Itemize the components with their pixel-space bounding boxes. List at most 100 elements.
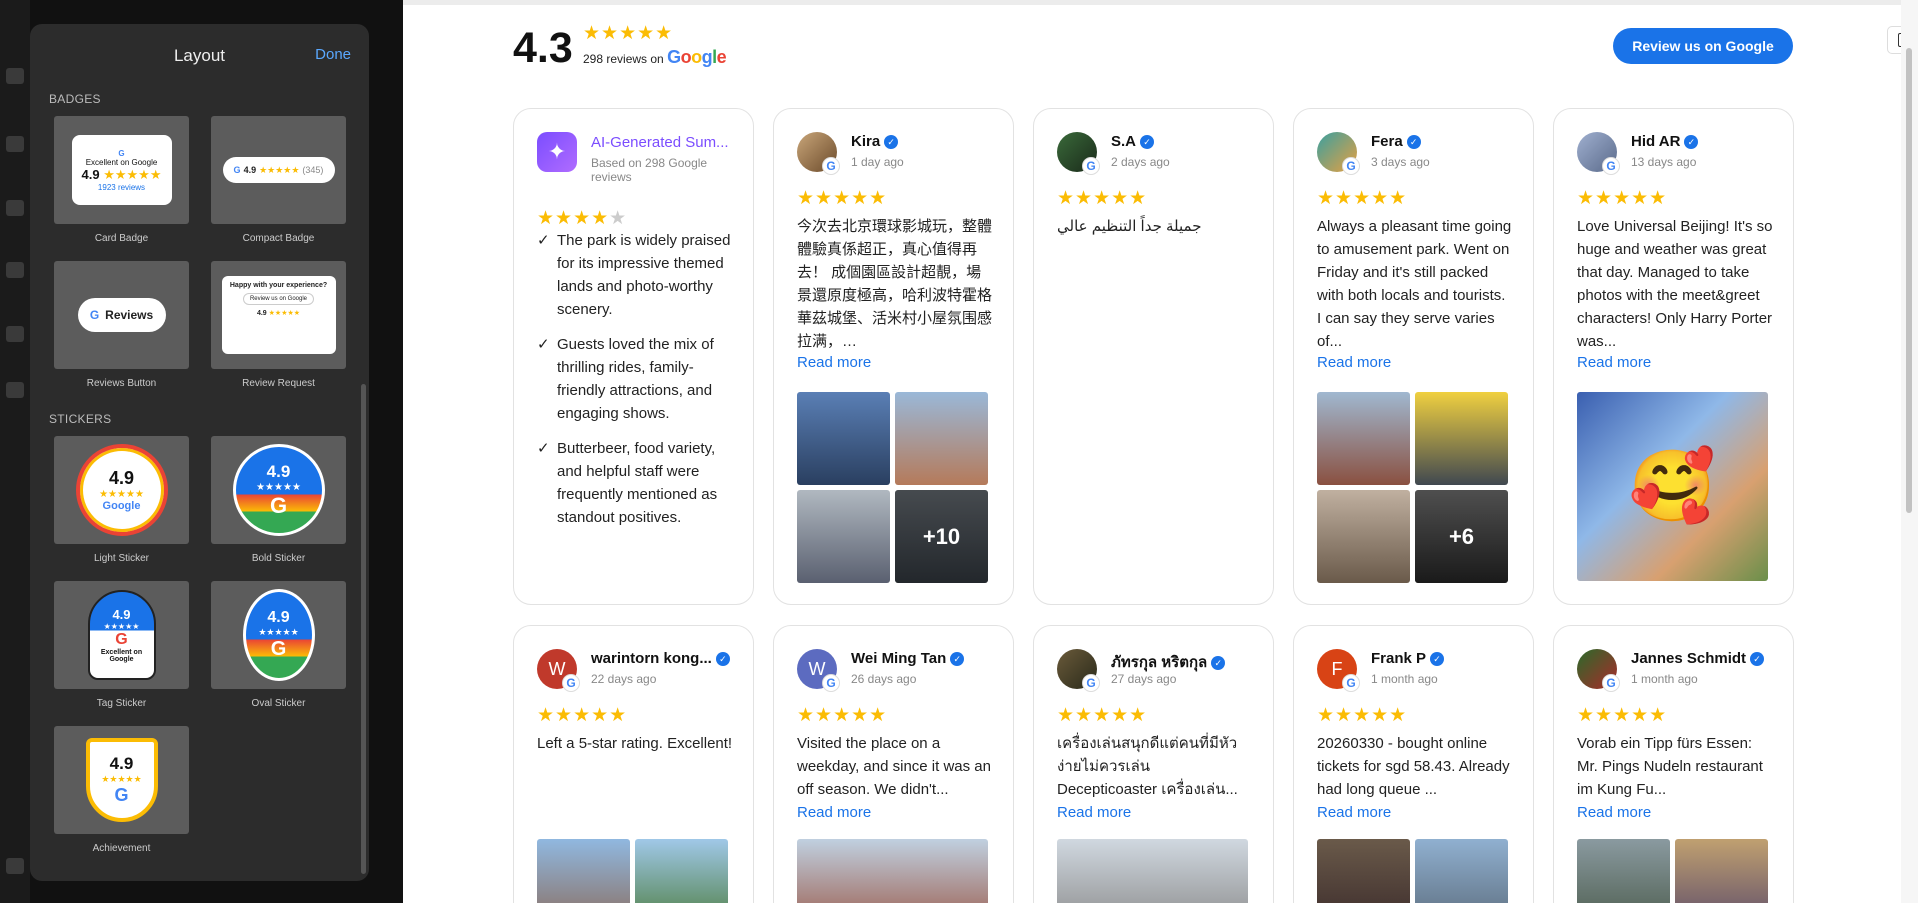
read-more-link[interactable]: Read more (1057, 804, 1131, 821)
review-photos (797, 839, 988, 903)
review-photo[interactable] (537, 839, 630, 903)
rail-icon[interactable] (6, 136, 24, 152)
review-request-preview: Happy with your experience? Review us on… (221, 276, 336, 354)
read-more-link[interactable]: Read more (1317, 804, 1391, 821)
review-text: 今次去北京環球影城玩，整體體驗真係超正，真心值得再去！ 成個園區設計超靚，場景還… (797, 218, 993, 350)
read-more-link[interactable]: Read more (1577, 354, 1651, 371)
card-badge-preview: G Excellent on Google 4.9 ★★★★★ 1923 rev… (71, 135, 172, 205)
google-badge-icon: G (1602, 674, 1620, 692)
review-photos: +6 (1317, 392, 1508, 583)
compact-badge-option[interactable]: G 4.9 ★★★★★ (345) Compact Badge (211, 116, 346, 261)
review-card: F G Frank P ✓ 1 month ago ★★★★★ 20260330 … (1293, 625, 1534, 903)
reviewer-name: warintorn kong... ✓ (591, 650, 730, 667)
review-photo[interactable] (1317, 490, 1410, 583)
review-photo[interactable] (1675, 839, 1768, 903)
done-button[interactable]: Done (315, 46, 351, 63)
review-photo[interactable]: +10 (895, 490, 988, 583)
review-photo[interactable] (1415, 839, 1508, 903)
review-us-on-google-button[interactable]: Review us on Google (1613, 28, 1793, 64)
review-photo[interactable] (635, 839, 728, 903)
review-photo[interactable] (1317, 839, 1410, 903)
overall-rating: 4.3 (513, 24, 573, 72)
achievement-option[interactable]: 4.9 ★★★★★ G Achievement (54, 726, 189, 871)
page-scrollbar[interactable] (1901, 0, 1918, 903)
review-photo[interactable] (797, 839, 988, 903)
card-badge-label: Card Badge (94, 233, 149, 244)
ai-summary-point: The park is widely praised for its impre… (537, 229, 737, 321)
reviewer-name: S.A ✓ (1111, 133, 1155, 150)
verified-icon: ✓ (1750, 652, 1765, 666)
reviews-button-option[interactable]: G Reviews Reviews Button (54, 261, 189, 406)
rail-icon[interactable] (6, 68, 24, 84)
review-photo[interactable] (1317, 392, 1410, 485)
bold-sticker-option[interactable]: 4.9 ★★★★★ G Bold Sticker (211, 436, 346, 581)
review-photo[interactable] (1577, 839, 1670, 903)
review-card: G Jannes Schmidt ✓ 1 month ago ★★★★★ Vora… (1553, 625, 1794, 903)
more-photos-count[interactable]: +6 (1415, 490, 1508, 583)
review-photo[interactable]: +6 (1415, 490, 1508, 583)
scrollbar-thumb[interactable] (1906, 48, 1912, 513)
review-date: 27 days ago (1111, 672, 1177, 686)
top-divider (403, 0, 1918, 5)
card-badge-option[interactable]: G Excellent on Google 4.9 ★★★★★ 1923 rev… (54, 116, 189, 261)
light-sticker-option[interactable]: 4.9 ★★★★★ Google Light Sticker (54, 436, 189, 581)
rail-icon[interactable] (6, 326, 24, 342)
review-photo[interactable] (895, 392, 988, 485)
compact-badge-preview: G 4.9 ★★★★★ (345) (222, 157, 335, 183)
review-request-label: Review Request (242, 378, 315, 389)
review-stars: ★★★★★ (1317, 188, 1408, 209)
review-text: Always a pleasant time going to amusemen… (1317, 218, 1512, 350)
review-photo[interactable]: 🥰 (1577, 392, 1768, 581)
review-card: G Fera ✓ 3 days ago ★★★★★ Always a pleasa… (1293, 108, 1534, 605)
tag-sticker-option[interactable]: 4.9 ★★★★★ G Excellent on Google Tag Stic… (54, 581, 189, 726)
read-more-link[interactable]: Read more (1577, 804, 1651, 821)
ai-summary-point: Guests loved the mix of thrilling rides,… (537, 333, 737, 425)
review-photos (1057, 839, 1248, 903)
read-more-link[interactable]: Read more (797, 354, 871, 371)
compact-badge-label: Compact Badge (242, 233, 315, 244)
review-photo[interactable] (797, 490, 890, 583)
reviewer-name: Hid AR ✓ (1631, 133, 1699, 150)
verified-icon: ✓ (1430, 652, 1445, 666)
bold-sticker-preview: 4.9 ★★★★★ G (232, 444, 325, 536)
review-text: เครื่องเล่นสนุกดีแต่คนที่มีหัวง่ายไม่ควร… (1057, 735, 1238, 798)
review-request-option[interactable]: Happy with your experience? Review us on… (211, 261, 346, 406)
review-text: Left a 5-star rating. Excellent! (537, 735, 733, 752)
more-photos-count[interactable]: +10 (895, 490, 988, 583)
read-more-link[interactable]: Read more (1317, 354, 1391, 371)
review-photos (537, 839, 728, 903)
verified-icon: ✓ (884, 135, 899, 149)
review-card: G ภัทรกุล หริตกุล ✓ 27 days ago ★★★★★ เคร… (1033, 625, 1274, 903)
review-stars: ★★★★★ (1057, 188, 1148, 209)
review-date: 1 day ago (851, 155, 904, 169)
review-photos (1577, 839, 1768, 903)
google-badge-icon: G (822, 157, 840, 175)
reviewer-name: Fera ✓ (1371, 133, 1421, 150)
ai-summary-card: ✦ AI-Generated Sum... Based on 298 Googl… (513, 108, 754, 605)
badges-grid: G Excellent on Google 4.9 ★★★★★ 1923 rev… (30, 116, 369, 406)
review-photo[interactable] (1415, 392, 1508, 485)
reviewer-name: Jannes Schmidt ✓ (1631, 650, 1765, 667)
read-more-link[interactable]: Read more (797, 804, 871, 821)
review-date: 22 days ago (591, 672, 657, 686)
stickers-heading: STICKERS (49, 412, 112, 426)
google-badge-icon: G (1602, 157, 1620, 175)
review-stars: ★★★★★ (1057, 705, 1148, 726)
tag-sticker-label: Tag Sticker (96, 698, 147, 709)
oval-sticker-option[interactable]: 4.9 ★★★★★ G Oval Sticker (211, 581, 346, 726)
rail-icon[interactable] (6, 262, 24, 278)
review-photo[interactable] (797, 392, 890, 485)
panel-scrollbar[interactable] (361, 384, 366, 874)
rail-icon[interactable] (6, 200, 24, 216)
review-text: Visited the place on a weekday, and sinc… (797, 735, 991, 798)
help-icon[interactable] (6, 858, 24, 874)
editor-icon-rail (0, 0, 30, 903)
google-logo: Google (667, 47, 727, 67)
review-card: W G Wei Ming Tan ✓ 26 days ago ★★★★★ Visi… (773, 625, 1014, 903)
sparkle-icon: ✦ (537, 132, 577, 172)
rail-icon[interactable] (6, 382, 24, 398)
ai-summary-subtitle: Based on 298 Google reviews (591, 156, 708, 184)
review-date: 2 days ago (1111, 155, 1170, 169)
review-photos (1317, 839, 1508, 903)
review-photo[interactable] (1057, 839, 1248, 903)
